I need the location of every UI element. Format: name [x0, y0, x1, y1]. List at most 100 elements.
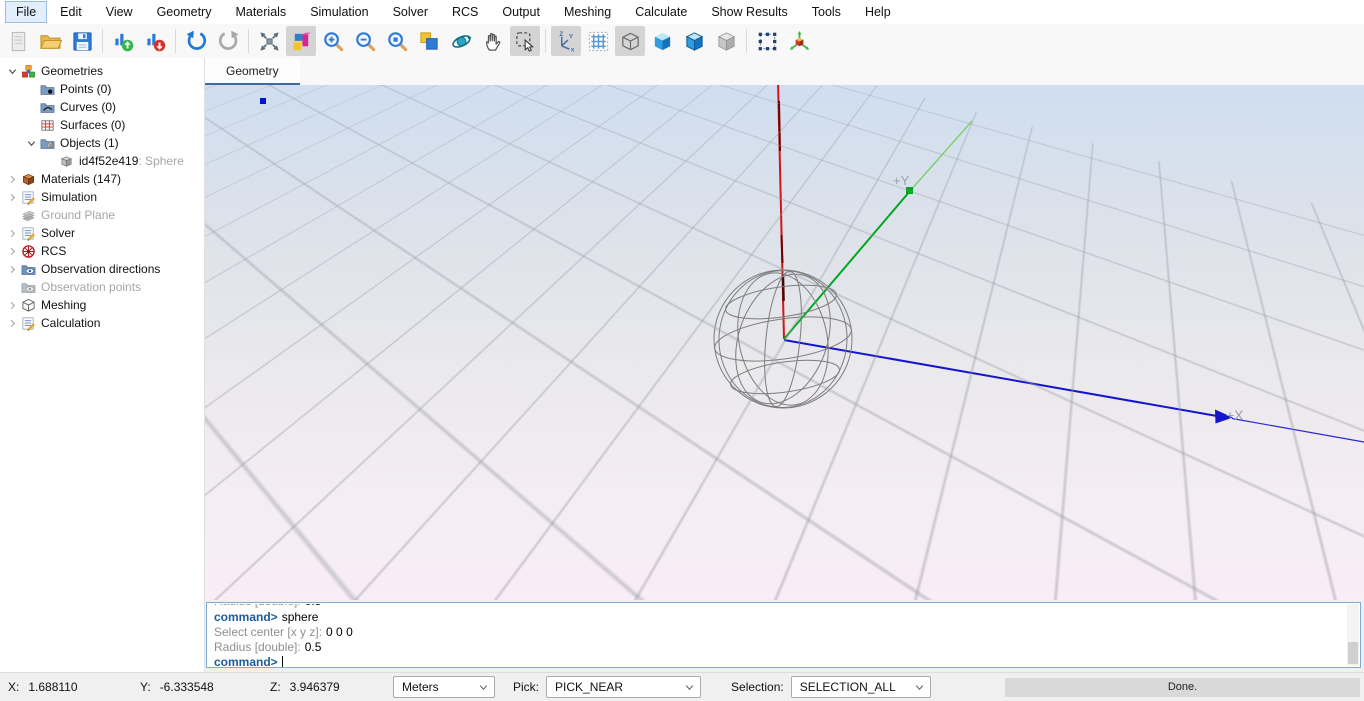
shaded-view-button[interactable] [647, 26, 677, 56]
chevron-down-icon[interactable] [23, 135, 39, 151]
import-points-button[interactable] [108, 26, 138, 56]
menu-help[interactable]: Help [854, 1, 902, 23]
export-points-button[interactable] [140, 26, 170, 56]
sidebar-item-label: RCS [41, 244, 66, 258]
sidebar-item-curves[interactable]: Curves (0) [0, 98, 204, 116]
scene-svg: +Y +X [205, 85, 1364, 600]
object-id-label: id4f52e419 [79, 154, 138, 168]
redo-button[interactable] [213, 26, 243, 56]
selection-mode-select[interactable]: SELECTION_ALL [791, 676, 931, 698]
y-axis-label: +Y [893, 173, 910, 188]
orbit-button[interactable] [446, 26, 476, 56]
main-toolbar: ZYx [0, 24, 1364, 58]
hidden-line-view-button[interactable] [711, 26, 741, 56]
chevron-right-icon[interactable] [4, 171, 20, 187]
svg-text:Y: Y [568, 33, 573, 40]
selection-handles-button[interactable] [752, 26, 782, 56]
console-value: 0.5 [305, 604, 322, 608]
sidebar-item-surfaces[interactable]: Surfaces (0) [0, 116, 204, 134]
menu-file[interactable]: File [5, 1, 47, 23]
sidebar-item-materials[interactable]: Materials (147) [0, 170, 204, 188]
grid-toggle-button[interactable] [583, 26, 613, 56]
console-line: Radius [double]:0.5 [214, 640, 1344, 655]
chevron-right-icon[interactable] [4, 261, 20, 277]
progress-text: Done. [1168, 681, 1197, 693]
zoom-out-button[interactable] [350, 26, 380, 56]
svg-text:Z: Z [559, 30, 563, 37]
chevron-right-icon[interactable] [4, 243, 20, 259]
chevron-right-icon[interactable] [4, 225, 20, 241]
open-project-button[interactable] [35, 26, 65, 56]
save-project-button[interactable] [67, 26, 97, 56]
sidebar-item-observation-directions[interactable]: Observation directions [0, 260, 204, 278]
chevron-right-icon[interactable] [4, 315, 20, 331]
undo-button[interactable] [181, 26, 211, 56]
chevron-right-icon[interactable] [4, 189, 20, 205]
simulation-sheet-icon [20, 189, 37, 205]
sidebar-item-solver[interactable]: Solver [0, 224, 204, 242]
command-console[interactable]: Radius [double]:0.5 command>sphere Selec… [206, 602, 1361, 668]
console-input-line[interactable]: command> [214, 655, 1344, 668]
sidebar-item-meshing[interactable]: Meshing [0, 296, 204, 314]
menu-edit[interactable]: Edit [49, 1, 93, 23]
menu-show-results[interactable]: Show Results [700, 1, 798, 23]
sidebar-item-simulation[interactable]: Simulation [0, 188, 204, 206]
selection-value: SELECTION_ALL [800, 680, 896, 694]
render-cubes-button[interactable] [286, 26, 316, 56]
sidebar-item-objects[interactable]: Objects (1) [0, 134, 204, 152]
undo-icon [185, 30, 208, 53]
new-document-button[interactable] [3, 26, 33, 56]
menu-materials[interactable]: Materials [224, 1, 297, 23]
svg-text:x: x [570, 46, 574, 52]
chevron-down-icon [914, 682, 925, 693]
pick-value: PICK_NEAR [555, 680, 623, 694]
sidebar-item-label: Objects (1) [60, 136, 119, 150]
units-select[interactable]: Meters [393, 676, 495, 698]
menu-view[interactable]: View [95, 1, 144, 23]
menu-calculate[interactable]: Calculate [624, 1, 698, 23]
sidebar-item-label: Materials (147) [41, 172, 121, 186]
sidebar-item-rcs[interactable]: RCS [0, 242, 204, 260]
zoom-window-button[interactable] [382, 26, 412, 56]
menu-simulation[interactable]: Simulation [299, 1, 379, 23]
chevron-down-icon[interactable] [4, 63, 20, 79]
observation-points-icon [20, 279, 37, 295]
fit-view-button[interactable] [254, 26, 284, 56]
viewport-3d[interactable]: +Y +X [205, 85, 1364, 600]
wireframe-view-button[interactable] [615, 26, 645, 56]
shaded-edges-view-button[interactable] [679, 26, 709, 56]
redo-icon [217, 30, 240, 53]
tab-geometry[interactable]: Geometry [205, 58, 300, 85]
object-type-label: : Sphere [138, 154, 183, 168]
command-text: sphere [282, 610, 319, 624]
menu-bar: File Edit View Geometry Materials Simula… [0, 0, 1364, 24]
sidebar-item-points[interactable]: Points (0) [0, 80, 204, 98]
menu-geometry[interactable]: Geometry [146, 1, 223, 23]
progress-bar: Done. [1005, 678, 1360, 697]
sidebar-item-sphere-object[interactable]: id4f52e419 : Sphere [0, 152, 204, 170]
sidebar-item-label: Curves (0) [60, 100, 116, 114]
geometries-icon [20, 63, 37, 79]
menu-solver[interactable]: Solver [382, 1, 439, 23]
pan-button[interactable] [478, 26, 508, 56]
swap-view-button[interactable] [414, 26, 444, 56]
z-axis-dark-segment [783, 275, 784, 301]
menu-rcs[interactable]: RCS [441, 1, 489, 23]
select-button[interactable] [510, 26, 540, 56]
console-scrollbar[interactable] [1347, 604, 1359, 666]
zoom-in-button[interactable] [318, 26, 348, 56]
local-axes-button[interactable] [784, 26, 814, 56]
pick-mode-select[interactable]: PICK_NEAR [546, 676, 701, 698]
sidebar-item-calculation[interactable]: Calculation [0, 314, 204, 332]
sidebar-item-observation-points[interactable]: Observation points [0, 278, 204, 296]
sidebar-item-geometries[interactable]: Geometries [0, 62, 204, 80]
axes-widget-button[interactable]: ZYx [551, 26, 581, 56]
menu-output[interactable]: Output [491, 1, 551, 23]
scrollbar-thumb[interactable] [1348, 642, 1358, 664]
sidebar-item-ground-plane[interactable]: Ground Plane [0, 206, 204, 224]
menu-tools[interactable]: Tools [801, 1, 852, 23]
menu-meshing[interactable]: Meshing [553, 1, 622, 23]
chevron-right-icon[interactable] [4, 297, 20, 313]
observation-directions-icon [20, 261, 37, 277]
chevron-down-icon [478, 682, 489, 693]
